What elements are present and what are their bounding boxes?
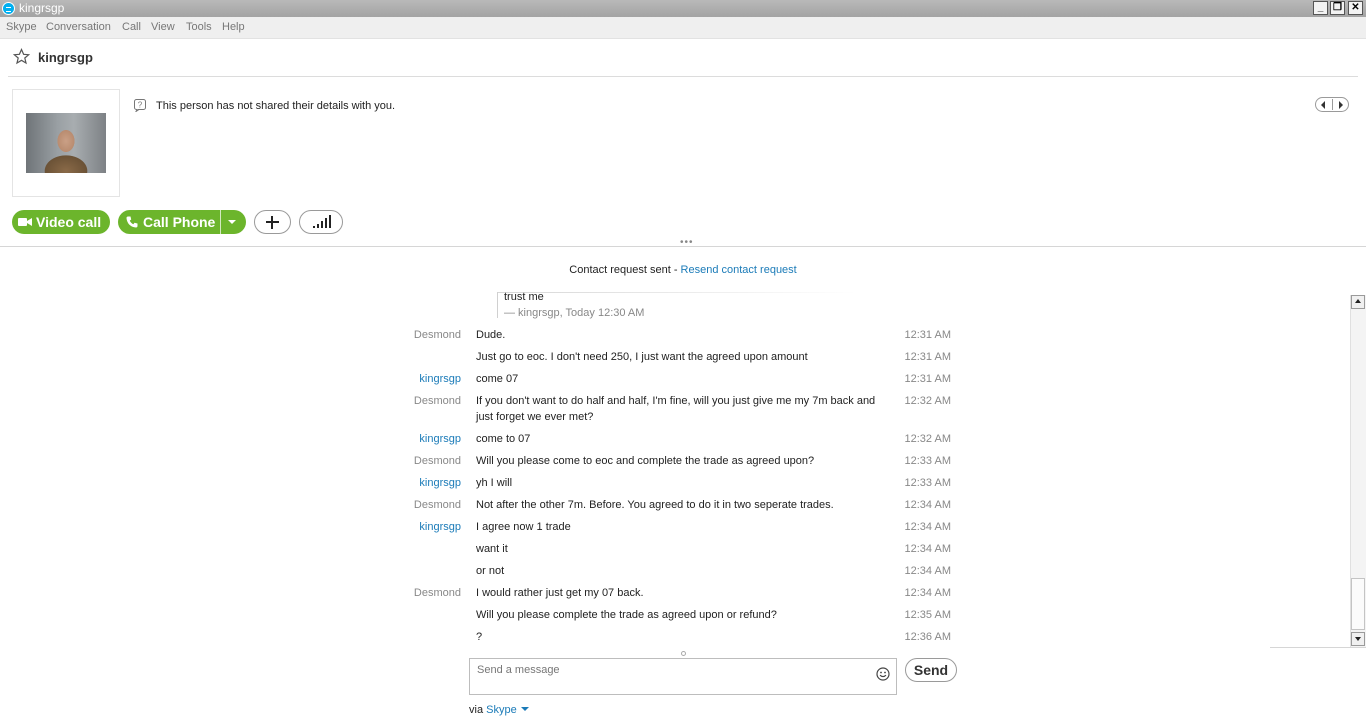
video-call-button[interactable]: Video call — [12, 210, 110, 234]
menu-item-view[interactable]: View — [151, 21, 175, 33]
menu-item-call[interactable]: Call — [122, 21, 141, 33]
title-bar: kingrsgp _ ❐ ✕ — [0, 0, 1366, 17]
message-sender[interactable]: kingrsgp — [381, 373, 461, 385]
message-input[interactable] — [477, 664, 857, 676]
profile-pager — [1315, 97, 1349, 112]
message-sender[interactable]: Desmond — [381, 329, 461, 341]
message-sender[interactable]: Desmond — [381, 499, 461, 511]
message-time: 12:31 AM — [904, 329, 951, 341]
svg-text:?: ? — [138, 101, 143, 110]
message-time: 12:34 AM — [904, 499, 951, 511]
message-text: come to 07 — [476, 433, 531, 445]
message-text: Not after the other 7m. Before. You agre… — [476, 499, 834, 511]
send-button[interactable]: Send — [905, 658, 957, 682]
message-text: Just go to eoc. I don't need 250, I just… — [476, 351, 808, 363]
quote-bar — [497, 292, 498, 318]
close-icon[interactable]: ✕ — [1348, 1, 1363, 15]
resend-contact-request-link[interactable]: Resend contact request — [681, 264, 797, 276]
via-label: via — [469, 704, 487, 716]
message-sender[interactable]: Desmond — [381, 587, 461, 599]
message-sender[interactable]: Desmond — [381, 455, 461, 467]
menu-item-tools[interactable]: Tools — [186, 21, 212, 33]
profile-info-text: This person has not shared their details… — [156, 100, 396, 112]
message-text: If you don't want to do half and half, I… — [476, 395, 876, 423]
contact-request-text: Contact request sent - — [569, 264, 681, 276]
send-via: via Skype — [469, 704, 529, 716]
header-divider — [8, 76, 1358, 77]
call-button-split — [220, 210, 221, 234]
menu-item-help[interactable]: Help — [222, 21, 245, 33]
quoted-message-text: trust me — [504, 291, 544, 303]
message-sender[interactable]: Desmond — [381, 395, 461, 407]
skype-app-icon — [2, 2, 15, 15]
message-time: 12:32 AM — [904, 433, 951, 445]
menu-item-skype[interactable]: Skype — [6, 21, 37, 33]
avatar[interactable] — [26, 113, 106, 173]
message-text: yh I will — [476, 477, 513, 489]
message-text: or not — [476, 565, 505, 577]
message-text: come 07 — [476, 373, 519, 385]
call-phone-label: Call Phone — [143, 214, 216, 230]
message-text: Will you please come to eoc and complete… — [476, 455, 815, 467]
message-sender[interactable]: kingrsgp — [381, 521, 461, 533]
message-sender[interactable]: kingrsgp — [381, 433, 461, 445]
scrollbar-thumb[interactable] — [1351, 578, 1365, 630]
restore-icon[interactable]: ❐ — [1330, 1, 1345, 15]
message-time: 12:34 AM — [904, 565, 951, 577]
message-time: 12:33 AM — [904, 455, 951, 467]
message-text: Will you please complete the trade as ag… — [476, 609, 777, 621]
contact-request-notice: Contact request sent - Resend contact re… — [0, 264, 1366, 276]
call-options-chevron-down-icon[interactable] — [228, 220, 236, 224]
message-time: 12:34 AM — [904, 543, 951, 555]
composer-resize-handle[interactable] — [681, 651, 686, 656]
message-text: I agree now 1 trade — [476, 521, 571, 533]
message-time: 12:32 AM — [904, 395, 951, 407]
message-time: 12:36 AM — [904, 631, 951, 643]
video-call-label: Video call — [36, 214, 102, 230]
phone-icon — [126, 216, 138, 228]
next-arrow-icon[interactable] — [1339, 101, 1343, 109]
scroll-down-arrow-icon[interactable] — [1351, 632, 1365, 646]
conversation-bottom-divider — [1270, 647, 1366, 648]
message-time: 12:31 AM — [904, 351, 951, 363]
message-time: 12:33 AM — [904, 477, 951, 489]
window-title: kingrsgp — [19, 1, 65, 15]
message-text: ? — [476, 631, 483, 643]
scroll-up-arrow-icon[interactable] — [1351, 295, 1365, 309]
quoted-message-meta: — kingrsgp, Today 12:30 AM — [504, 307, 645, 319]
message-time: 12:31 AM — [904, 373, 951, 385]
favorite-star-icon[interactable] — [13, 48, 30, 65]
message-sender[interactable]: kingrsgp — [381, 477, 461, 489]
message-text: want it — [476, 543, 508, 555]
message-text: Dude. — [476, 329, 506, 341]
avatar-frame — [12, 89, 120, 197]
chevron-down-icon[interactable] — [520, 707, 529, 711]
message-time: 12:34 AM — [904, 587, 951, 599]
privacy-info-icon: ? — [134, 99, 146, 112]
minimize-icon[interactable]: _ — [1313, 1, 1328, 15]
pager-divider — [1332, 99, 1333, 110]
message-time: 12:34 AM — [904, 521, 951, 533]
message-text: I would rather just get my 07 back. — [476, 587, 644, 599]
quote-top-line — [497, 292, 857, 293]
call-phone-button[interactable]: Call Phone — [118, 210, 246, 234]
menu-bar: Skype Conversation Call View Tools Help — [0, 17, 1366, 39]
video-camera-icon — [18, 218, 32, 226]
contact-name: kingrsgp — [38, 50, 93, 65]
message-composer — [469, 658, 897, 695]
previous-arrow-icon[interactable] — [1321, 101, 1325, 109]
message-time: 12:35 AM — [904, 609, 951, 621]
emoticon-icon[interactable] — [876, 667, 890, 681]
menu-item-conversation[interactable]: Conversation — [46, 21, 111, 33]
panel-divider — [0, 246, 1366, 247]
call-quality-button[interactable] — [299, 210, 343, 234]
add-button[interactable] — [254, 210, 291, 234]
via-skype-dropdown[interactable]: Skype — [486, 704, 517, 716]
